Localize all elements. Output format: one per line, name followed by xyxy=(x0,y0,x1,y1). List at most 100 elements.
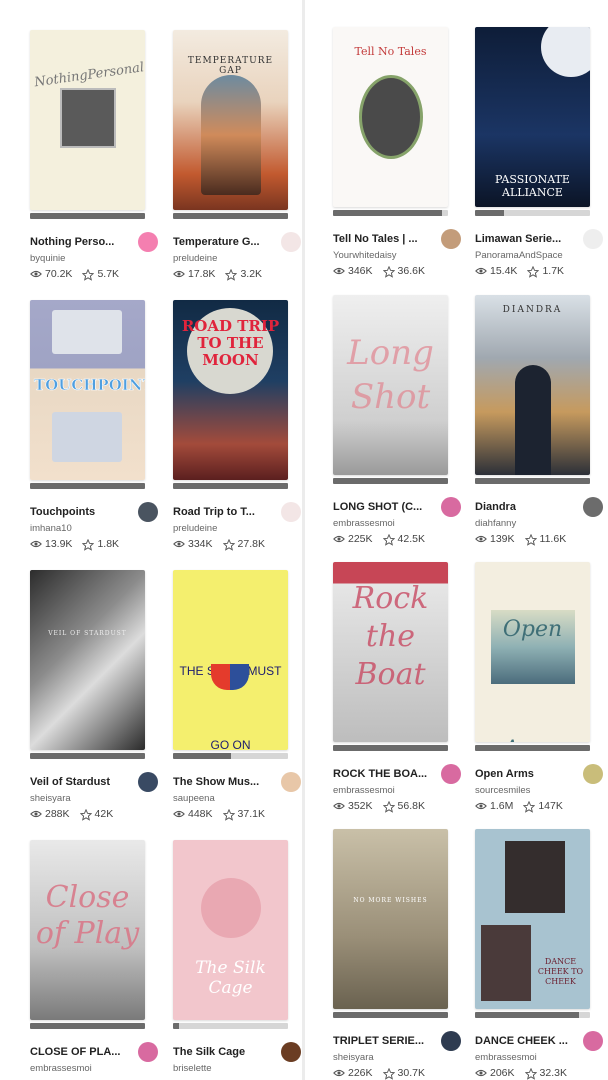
story-author[interactable]: diahfanny xyxy=(475,518,607,529)
story-cover[interactable]: PASSIONATE ALLIANCE xyxy=(475,27,590,207)
reading-progress-fill xyxy=(475,210,504,216)
story-title[interactable]: Tell No Tales | ... xyxy=(333,233,418,245)
story-title[interactable]: Touchpoints xyxy=(30,506,95,518)
story-author[interactable]: embrassesmoi xyxy=(30,1063,162,1074)
author-avatar[interactable] xyxy=(583,764,603,784)
story-title[interactable]: Diandra xyxy=(475,501,516,513)
reading-progress-fill xyxy=(333,210,443,216)
story-card[interactable]: DIANDRA Diandra diahfanny 139K 11.6K xyxy=(475,295,607,546)
story-author[interactable]: byquinie xyxy=(30,253,162,264)
star-icon xyxy=(524,1067,537,1080)
story-author[interactable]: embrassesmoi xyxy=(333,518,465,529)
author-avatar[interactable] xyxy=(281,232,301,252)
eye-icon xyxy=(30,809,42,819)
story-card[interactable]: PASSIONATE ALLIANCE Limawan Serie... Panor… xyxy=(475,27,607,278)
story-title[interactable]: The Show Mus... xyxy=(173,776,259,788)
author-avatar[interactable] xyxy=(583,229,603,249)
author-avatar[interactable] xyxy=(138,502,158,522)
story-title-row: ROCK THE BOA... xyxy=(333,764,461,784)
author-avatar[interactable] xyxy=(441,764,461,784)
story-cover[interactable]: The Silk Cage xyxy=(173,840,288,1020)
story-cover[interactable]: Open Arms xyxy=(475,562,590,742)
vote-count: 37.1K xyxy=(237,808,265,820)
vote-count: 32.3K xyxy=(539,1067,567,1079)
vote-count: 27.8K xyxy=(237,538,265,550)
cover-wreath xyxy=(359,75,423,159)
story-title[interactable]: LONG SHOT (C... xyxy=(333,501,422,513)
story-title[interactable]: Road Trip to T... xyxy=(173,506,255,518)
story-title[interactable]: Limawan Serie... xyxy=(475,233,561,245)
story-cover[interactable]: Tell No Tales xyxy=(333,27,448,207)
story-author[interactable]: PanoramaAndSpace xyxy=(475,250,607,261)
story-title[interactable]: Temperature G... xyxy=(173,236,260,248)
story-cover[interactable]: ROAD TRIP TO THE MOON xyxy=(173,300,288,480)
star-icon xyxy=(523,800,536,813)
story-title[interactable]: Nothing Perso... xyxy=(30,236,114,248)
story-card[interactable]: The Silk Cage The Silk Cage briselette xyxy=(173,840,305,1074)
story-cover[interactable]: NothingPersonal xyxy=(30,30,145,210)
story-title[interactable]: TRIPLET SERIE... xyxy=(333,1035,424,1047)
story-card[interactable]: DANCE CHEEK TO CHEEK DANCE CHEEK ... embra… xyxy=(475,829,607,1080)
story-cover[interactable]: TEMPERATURE GAP xyxy=(173,30,288,210)
story-card[interactable]: ROAD TRIP TO THE MOON Road Trip to T... pr… xyxy=(173,300,305,551)
reading-progress-bar xyxy=(475,1012,590,1018)
story-card[interactable]: NothingPersonal Nothing Perso... byquinie 7… xyxy=(30,30,162,281)
story-card[interactable]: Long Shot LONG SHOT (C... embrassesmoi 225K… xyxy=(333,295,465,546)
story-card[interactable]: TOUCHPOINTS Touchpoints imhana10 13.9K 1.8K xyxy=(30,300,162,551)
author-avatar[interactable] xyxy=(583,497,603,517)
author-avatar[interactable] xyxy=(441,1031,461,1051)
story-cover[interactable]: Rock the Boat xyxy=(333,562,448,742)
author-avatar[interactable] xyxy=(583,1031,603,1051)
reading-progress-bar xyxy=(30,213,145,219)
story-cover[interactable]: DIANDRA xyxy=(475,295,590,475)
story-author[interactable]: embrassesmoi xyxy=(475,1052,607,1063)
story-author[interactable]: sourcesmiles xyxy=(475,785,607,796)
story-author[interactable]: embrassesmoi xyxy=(333,785,465,796)
story-card[interactable]: THE SHOW MUST GO ON The Show Mus... saupee… xyxy=(173,570,305,821)
story-title-row: Open Arms xyxy=(475,764,603,784)
story-title[interactable]: The Silk Cage xyxy=(173,1046,245,1058)
story-card[interactable]: VEIL OF STARDUST Veil of Stardust sheisyar… xyxy=(30,570,162,821)
author-avatar[interactable] xyxy=(441,229,461,249)
author-avatar[interactable] xyxy=(138,1042,158,1062)
vote-count: 42.5K xyxy=(397,533,425,545)
story-stats: 17.8K 3.2K xyxy=(173,268,305,281)
story-title[interactable]: CLOSE OF PLA... xyxy=(30,1046,120,1058)
story-title[interactable]: Veil of Stardust xyxy=(30,776,110,788)
story-author[interactable]: Yourwhitedaisy xyxy=(333,250,465,261)
author-avatar[interactable] xyxy=(441,497,461,517)
story-author[interactable]: saupeena xyxy=(173,793,305,804)
story-cover[interactable]: THE SHOW MUST GO ON xyxy=(173,570,288,750)
story-cover[interactable]: DANCE CHEEK TO CHEEK xyxy=(475,829,590,1009)
story-cover[interactable]: Close of Play xyxy=(30,840,145,1020)
story-title[interactable]: DANCE CHEEK ... xyxy=(475,1035,568,1047)
story-card[interactable]: Close of Play CLOSE OF PLA... embrassesmoi xyxy=(30,840,162,1074)
story-author[interactable]: imhana10 xyxy=(30,523,162,534)
author-avatar[interactable] xyxy=(138,232,158,252)
vote-count: 42K xyxy=(94,808,114,820)
story-author[interactable]: preludeine xyxy=(173,253,305,264)
story-card[interactable]: NO MORE WISHES TRIPLET SERIE... sheisyara 2… xyxy=(333,829,465,1080)
story-cover[interactable]: NO MORE WISHES xyxy=(333,829,448,1009)
story-card[interactable]: TEMPERATURE GAP Temperature G... preludein… xyxy=(173,30,305,281)
story-author[interactable]: preludeine xyxy=(173,523,305,534)
story-card[interactable]: Tell No Tales Tell No Tales | ... Yourwhit… xyxy=(333,27,465,278)
story-card[interactable]: Open Arms Open Arms sourcesmiles 1.6M 147K xyxy=(475,562,607,813)
reading-progress-fill xyxy=(30,213,145,219)
author-avatar[interactable] xyxy=(281,772,301,792)
story-cover[interactable]: Long Shot xyxy=(333,295,448,475)
author-avatar[interactable] xyxy=(138,772,158,792)
story-author[interactable]: sheisyara xyxy=(333,1052,465,1063)
story-author[interactable]: sheisyara xyxy=(30,793,162,804)
story-title[interactable]: ROCK THE BOA... xyxy=(333,768,427,780)
vote-count: 1.7K xyxy=(542,265,565,277)
story-card[interactable]: Rock the Boat ROCK THE BOA... embrassesmoi… xyxy=(333,562,465,813)
story-cover[interactable]: VEIL OF STARDUST xyxy=(30,570,145,750)
cover-photo xyxy=(505,841,565,913)
author-avatar[interactable] xyxy=(281,502,301,522)
story-author[interactable]: briselette xyxy=(173,1063,305,1074)
vote-count: 36.6K xyxy=(397,265,425,277)
story-title[interactable]: Open Arms xyxy=(475,768,534,780)
story-cover[interactable]: TOUCHPOINTS xyxy=(30,300,145,480)
author-avatar[interactable] xyxy=(281,1042,301,1062)
